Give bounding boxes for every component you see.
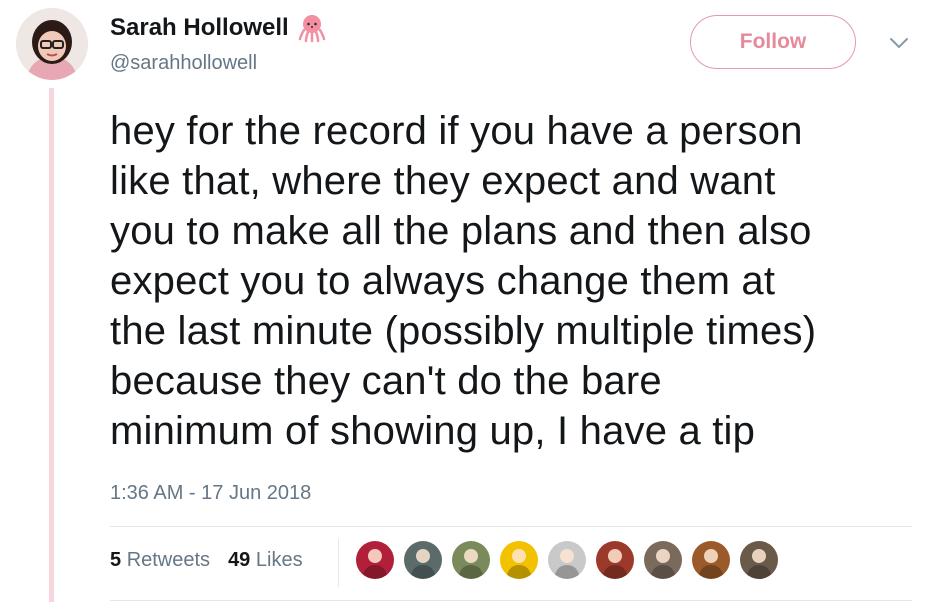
avatar[interactable] — [16, 8, 88, 80]
liker-avatar-7[interactable] — [644, 541, 682, 579]
tweet-line: you to make all the plans and then also — [110, 209, 812, 253]
stats-separator — [338, 539, 339, 587]
liker-avatar-4[interactable] — [500, 541, 538, 579]
tweet-line: expect you to always change them at — [110, 259, 776, 303]
retweets-count: 5 — [110, 549, 122, 571]
thread-line — [49, 88, 54, 602]
liker-avatar-6[interactable] — [596, 541, 634, 579]
likes-count: 49 — [228, 549, 251, 571]
divider — [110, 526, 912, 527]
liker-avatar-8[interactable] — [692, 541, 730, 579]
liker-avatar-2[interactable] — [404, 541, 442, 579]
liker-avatar-5[interactable] — [548, 541, 586, 579]
tweet-timestamp[interactable]: 1:36 AM - 17 Jun 2018 — [110, 482, 311, 505]
display-name[interactable]: Sarah Hollowell — [110, 14, 289, 42]
tweet-line: the last minute (possibly multiple times… — [110, 309, 817, 353]
likes-stat[interactable]: 49 Likes — [228, 549, 303, 572]
retweets-label: Retweets — [126, 549, 211, 571]
tweet-text: hey for the record if you have a person … — [110, 106, 910, 456]
chevron-down-icon[interactable] — [888, 36, 910, 50]
follow-button[interactable]: Follow — [690, 15, 856, 69]
avatar-image — [16, 8, 88, 80]
name-row: Sarah Hollowell — [110, 13, 327, 43]
divider — [110, 600, 912, 601]
liker-avatar-1[interactable] — [356, 541, 394, 579]
tweet-line: minimum of showing up, I have a tip — [110, 409, 756, 453]
liker-avatar-3[interactable] — [452, 541, 490, 579]
likes-label: Likes — [255, 549, 303, 571]
tweet-line: like that, where they expect and want — [110, 159, 776, 203]
tweet-line: because they can't do the bare — [110, 359, 662, 403]
liker-avatars — [356, 541, 788, 579]
tweet-line: hey for the record if you have a person — [110, 109, 803, 153]
tweet-stats: 5 Retweets 49 Likes — [110, 549, 321, 572]
octopus-emoji-icon — [298, 15, 325, 43]
retweets-stat[interactable]: 5 Retweets — [110, 549, 210, 572]
liker-avatar-9[interactable] — [740, 541, 778, 579]
user-handle[interactable]: @sarahhollowell — [110, 52, 257, 75]
